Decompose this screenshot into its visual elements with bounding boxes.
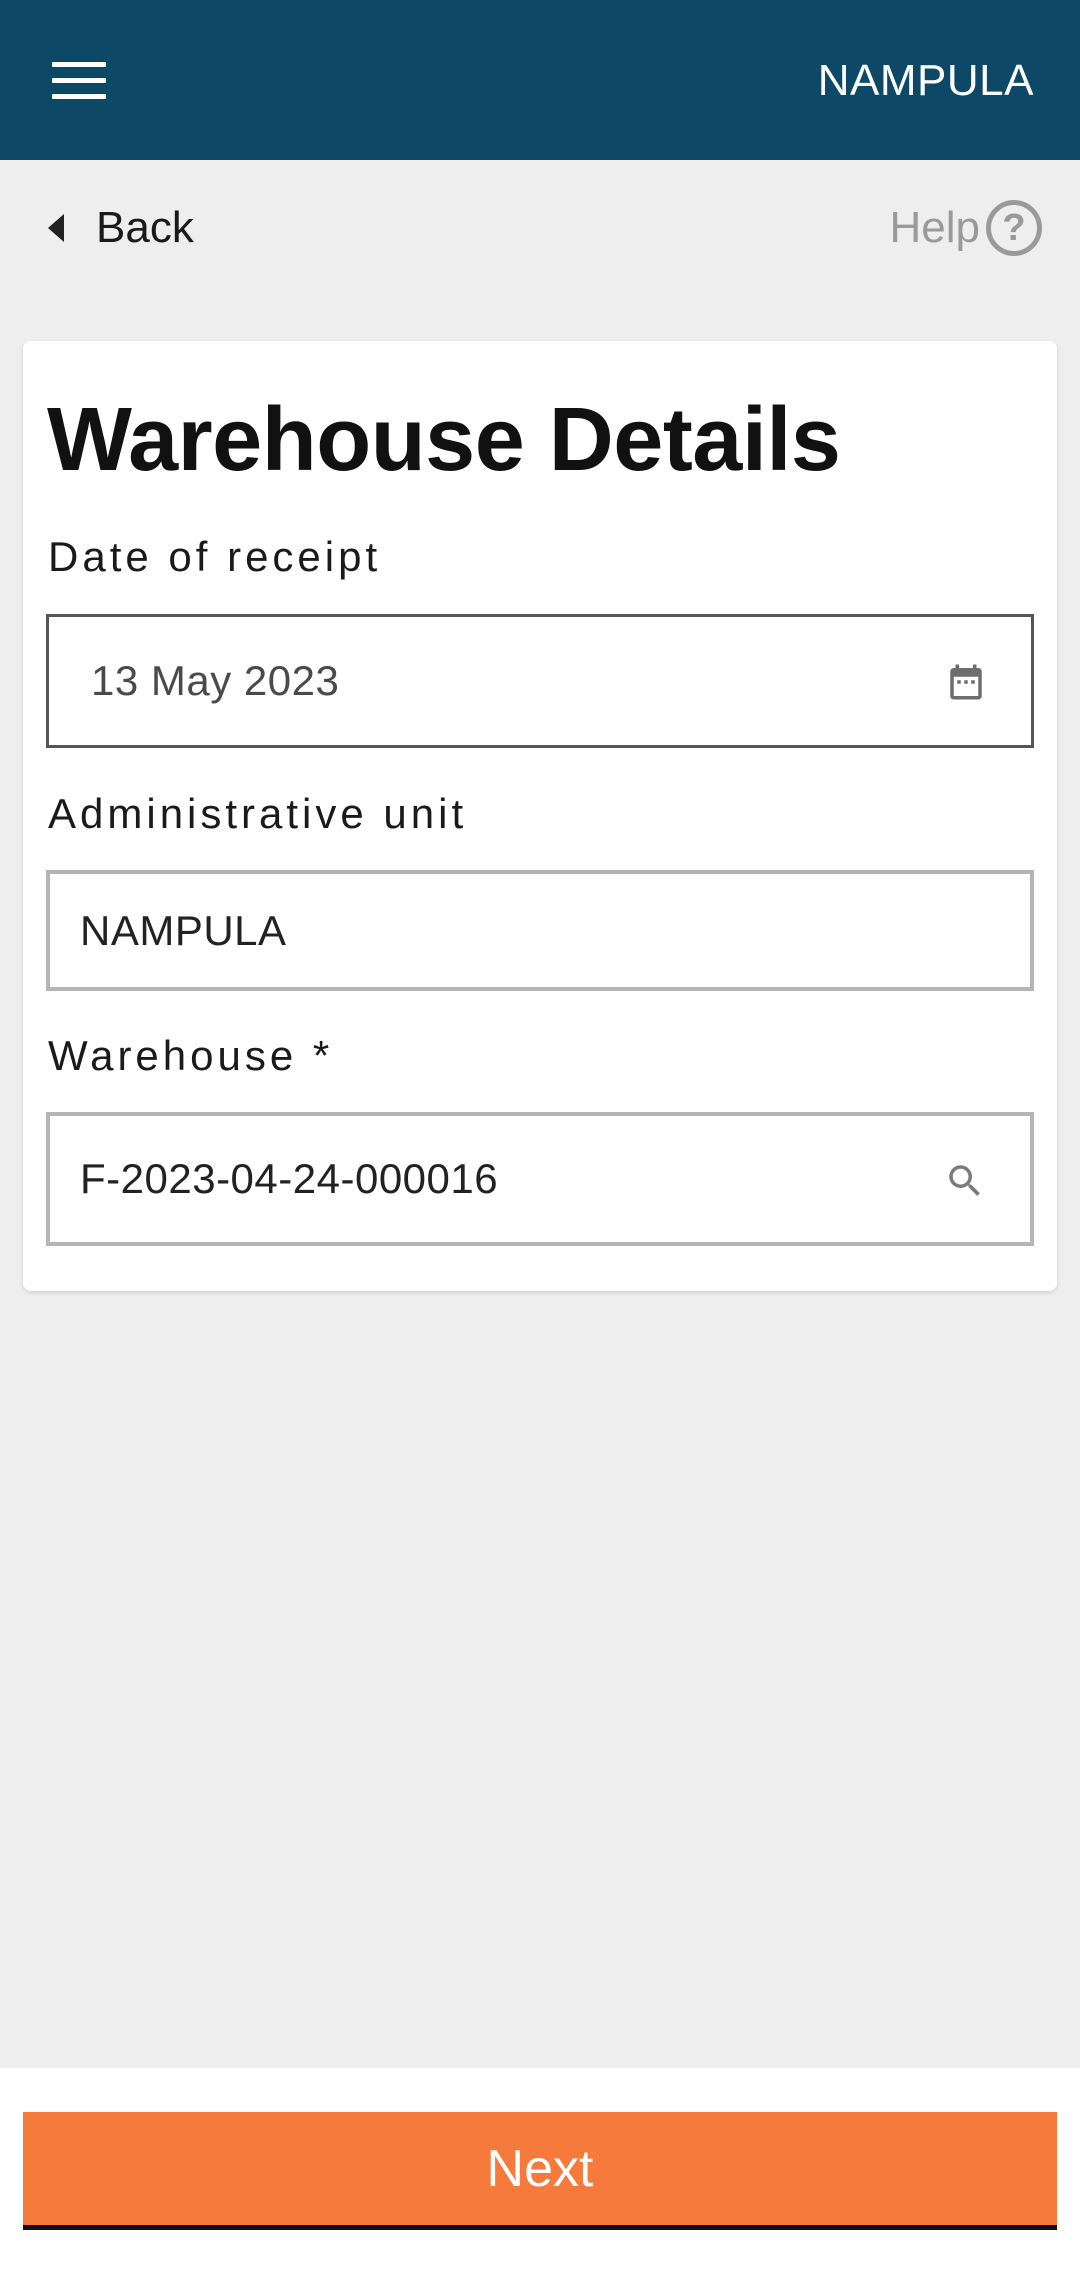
caret-left-icon — [48, 214, 64, 242]
back-label: Back — [96, 203, 194, 252]
help-label: Help — [889, 203, 981, 252]
warehouse-field[interactable]: F-2023-04-24-000016 — [46, 1112, 1034, 1246]
bottom-action-bar: Next — [0, 2068, 1080, 2270]
warehouse-details-card: Warehouse Details Date of receipt 13 May… — [23, 341, 1057, 1291]
app-bar-title: NAMPULA — [817, 56, 1034, 105]
hamburger-menu-icon[interactable] — [52, 62, 106, 100]
date-of-receipt-field[interactable]: 13 May 2023 — [46, 614, 1034, 748]
next-button[interactable]: Next — [23, 2112, 1057, 2230]
page-title: Warehouse Details — [47, 390, 841, 490]
warehouse-label: Warehouse * — [48, 1032, 334, 1079]
date-of-receipt-value: 13 May 2023 — [91, 657, 340, 704]
administrative-unit-value: NAMPULA — [80, 906, 287, 954]
date-of-receipt-label: Date of receipt — [48, 533, 382, 580]
back-button[interactable]: Back — [48, 198, 194, 258]
warehouse-value: F-2023-04-24-000016 — [80, 1155, 499, 1202]
search-icon[interactable] — [944, 1160, 986, 1202]
app-bar: NAMPULA — [0, 0, 1080, 160]
help-button[interactable]: Help ? — [889, 198, 1042, 258]
administrative-unit-field[interactable]: NAMPULA — [46, 870, 1034, 991]
question-circle-icon: ? — [986, 200, 1042, 256]
calendar-icon[interactable] — [945, 661, 987, 703]
administrative-unit-label: Administrative unit — [48, 790, 468, 837]
